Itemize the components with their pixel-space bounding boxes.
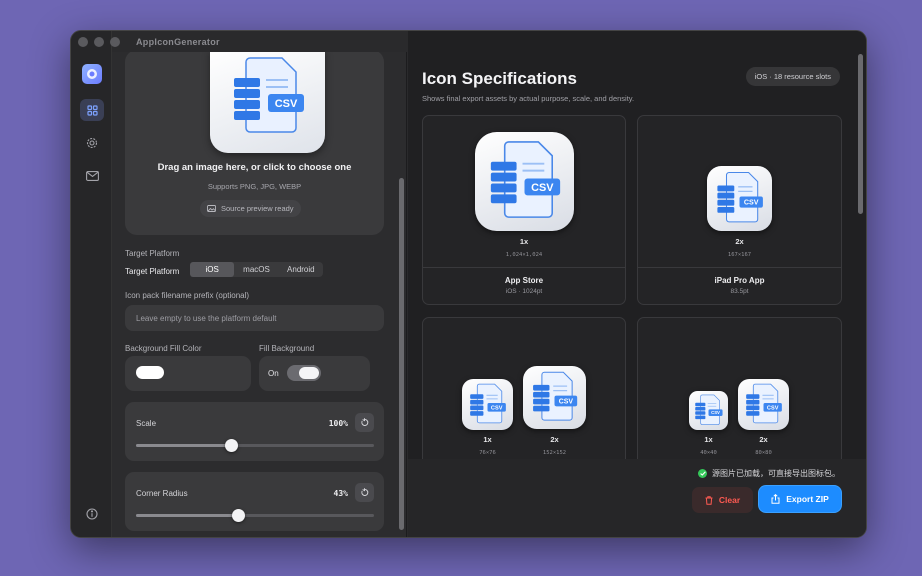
action-footer: 源图片已加载，可直接导出图标包。 Clear Export ZIP xyxy=(408,459,866,537)
dropzone-formats: Supports PNG, JPG, WEBP xyxy=(207,182,302,191)
spec-card-ipad-app[interactable]: CSV CSV 1x 76×76 2x 152×152 xyxy=(422,317,626,477)
spec-card-ipad-pro[interactable]: CSV 2x 167×167 iPad Pro App 83.5pt xyxy=(637,115,842,305)
scale-card: Scale 100% xyxy=(125,402,384,461)
spec-card-app-store[interactable]: CSV 1x 1,024×1,024 App Store iOS · 1024p… xyxy=(422,115,626,305)
icon-preview-152: CSV xyxy=(523,366,586,429)
check-circle-icon xyxy=(698,469,707,478)
clear-button[interactable]: Clear xyxy=(692,487,753,513)
app-window: AppIconGenerator CSV Drag an image here,… xyxy=(70,30,867,538)
spec-card-name: App Store xyxy=(504,276,544,285)
preview-status-text: Source preview ready xyxy=(221,204,294,213)
scale-reset-button[interactable] xyxy=(355,413,374,432)
svg-text:CSV: CSV xyxy=(491,405,503,411)
scale-slider[interactable] xyxy=(136,439,374,452)
scale-label: Scale xyxy=(136,419,157,428)
image-icon xyxy=(207,205,216,212)
platform-field-label: Target Platform xyxy=(125,267,180,276)
icon-rail xyxy=(71,31,112,537)
variant-size: 152×152 xyxy=(542,450,567,456)
corner-radius-card: Corner Radius 43% xyxy=(125,472,384,531)
corner-radius-value: 43% xyxy=(333,489,348,498)
variant-size: 1,024×1,024 xyxy=(505,252,543,258)
corner-radius-slider[interactable] xyxy=(136,509,374,522)
dropzone-title: Drag an image here, or click to choose o… xyxy=(157,162,352,173)
mail-icon[interactable] xyxy=(80,165,104,187)
settings-panel: CSV Drag an image here, or click to choo… xyxy=(112,52,407,537)
spec-card-meta: iOS · 1024pt xyxy=(505,288,543,295)
platform-section-label: Target Platform xyxy=(125,249,180,258)
trash-icon xyxy=(705,495,713,505)
zoom-window-button[interactable] xyxy=(110,36,120,47)
info-icon[interactable] xyxy=(80,503,104,525)
fill-color-swatch[interactable] xyxy=(136,366,164,379)
corner-radius-label: Corner Radius xyxy=(136,489,188,498)
variant-scale: 1x xyxy=(704,435,713,444)
svg-text:CSV: CSV xyxy=(767,405,779,411)
fill-color-label: Background Fill Color xyxy=(125,344,202,353)
icon-preview-80: CSV xyxy=(738,379,789,430)
close-window-button[interactable] xyxy=(78,36,88,47)
status-message: 源图片已加载，可直接导出图标包。 xyxy=(698,468,840,479)
share-icon xyxy=(771,494,780,504)
source-preview-image: CSV xyxy=(210,52,325,153)
corner-radius-slider-thumb[interactable] xyxy=(232,509,246,522)
svg-text:CSV: CSV xyxy=(559,398,574,405)
fill-background-toggle[interactable] xyxy=(287,365,321,381)
variant-scale: 1x xyxy=(519,237,529,246)
minimize-window-button[interactable] xyxy=(94,36,104,47)
variant-size: 76×76 xyxy=(479,450,496,456)
settings-scrollbar[interactable] xyxy=(399,178,404,530)
svg-text:CSV: CSV xyxy=(711,410,720,415)
prefix-input[interactable]: Leave empty to use the platform default xyxy=(125,305,384,331)
scale-slider-thumb[interactable] xyxy=(225,439,239,452)
corner-radius-reset-button[interactable] xyxy=(355,483,374,502)
variant-scale: 1x xyxy=(483,435,492,444)
svg-text:CSV: CSV xyxy=(531,182,554,194)
grid-icon[interactable] xyxy=(80,99,104,121)
status-text: 源图片已加载，可直接导出图标包。 xyxy=(712,469,840,478)
platform-option-macos[interactable]: macOS xyxy=(234,262,278,277)
spec-card-meta: 83.5pt xyxy=(730,288,749,295)
fill-background-card: On xyxy=(259,356,370,391)
spec-card-name: iPad Pro App xyxy=(714,276,765,285)
spec-card-small-icons[interactable]: CSV CSV 1x 40×40 2x 80×80 xyxy=(637,317,842,477)
csv-art-label: CSV xyxy=(275,98,298,110)
variant-size: 80×80 xyxy=(755,450,772,456)
specs-scrollbar[interactable] xyxy=(858,54,863,214)
image-dropzone[interactable]: CSV Drag an image here, or click to choo… xyxy=(125,52,384,235)
variant-scale: 2x xyxy=(735,237,744,246)
icon-preview-40: CSV xyxy=(689,391,728,430)
variant-scale: 2x xyxy=(550,435,559,444)
prefix-label: Icon pack filename prefix (optional) xyxy=(125,291,250,300)
variant-size: 167×167 xyxy=(727,252,752,258)
variant-scale: 2x xyxy=(759,435,768,444)
icon-preview-1024: CSV xyxy=(475,132,574,231)
gear-icon[interactable] xyxy=(80,132,104,154)
app-logo xyxy=(82,64,102,84)
fill-toggle-state: On xyxy=(268,369,279,378)
fill-background-label: Fill Background xyxy=(259,344,315,353)
titlebar: AppIconGenerator xyxy=(71,31,866,52)
icon-preview-76: CSV xyxy=(462,379,513,430)
slot-count-badge: iOS · 18 resource slots xyxy=(745,67,840,86)
icon-preview-167: CSV xyxy=(707,166,772,231)
window-title: AppIconGenerator xyxy=(136,36,220,47)
reset-icon xyxy=(361,418,369,426)
export-label: Export ZIP xyxy=(786,494,829,504)
clear-label: Clear xyxy=(718,495,741,505)
specs-subtitle: Shows final export assets by actual purp… xyxy=(422,94,635,103)
specs-panel: Icon Specifications Shows final export a… xyxy=(408,31,866,537)
export-zip-button[interactable]: Export ZIP xyxy=(759,486,841,512)
reset-icon xyxy=(361,488,369,496)
svg-text:CSV: CSV xyxy=(744,199,759,207)
preview-status-chip: Source preview ready xyxy=(200,200,301,217)
specs-title: Icon Specifications xyxy=(422,69,577,88)
platform-option-android[interactable]: Android xyxy=(279,262,323,277)
platform-option-ios[interactable]: iOS xyxy=(190,262,235,277)
platform-segmented-control: iOS macOS Android xyxy=(190,262,323,277)
scale-value: 100% xyxy=(328,419,348,428)
fill-color-card xyxy=(125,356,251,391)
variant-size: 40×40 xyxy=(700,450,717,456)
